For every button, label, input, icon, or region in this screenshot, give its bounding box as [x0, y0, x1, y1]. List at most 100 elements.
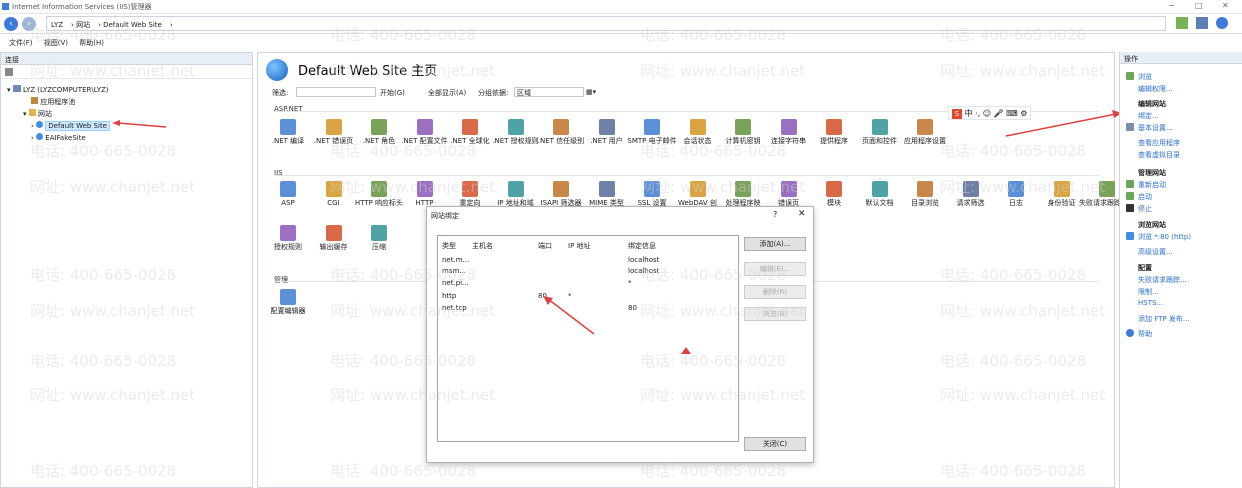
- column-header[interactable]: 主机名: [472, 241, 493, 251]
- feature-label: 应用程序设置: [904, 137, 946, 145]
- stop-icon[interactable]: [1196, 17, 1208, 29]
- binding-cell[interactable]: http: [442, 292, 456, 300]
- browse-icon: [1126, 232, 1134, 240]
- action-browse-80[interactable]: 浏览 *:80 (http): [1138, 232, 1191, 242]
- tree-node-server[interactable]: ▾ LYZ (LYZCOMPUTER\LYZ): [7, 85, 109, 94]
- menu-file[interactable]: 文件(F): [9, 38, 33, 48]
- section-divider: [274, 175, 1099, 176]
- feature-icon: [371, 225, 387, 241]
- annotation-arrow: [1005, 110, 1122, 137]
- menu-bar: 文件(F) 视图(V) 帮助(H): [0, 35, 1242, 49]
- action-restart[interactable]: 重新启动: [1138, 180, 1166, 190]
- dialog-close-icon[interactable]: ✕: [798, 209, 806, 219]
- action-view-virtual-dirs[interactable]: 查看虚拟目录: [1138, 150, 1180, 160]
- binding-cell[interactable]: net.m...: [442, 256, 469, 264]
- breadcrumb-item[interactable]: LYZ: [51, 21, 63, 29]
- feature-icon-item[interactable]: 配置编辑器: [258, 289, 318, 316]
- back-arrow-icon[interactable]: ‹: [4, 17, 18, 31]
- maximize-button[interactable]: □: [1195, 1, 1203, 10]
- computer-icon: [12, 85, 21, 92]
- help-icon: [1126, 329, 1134, 337]
- tree-node-default-site[interactable]: › Default Web Site: [31, 121, 110, 131]
- action-bindings[interactable]: 绑定...: [1138, 111, 1159, 121]
- menu-help[interactable]: 帮助(H): [79, 38, 104, 48]
- edit-binding-button[interactable]: 编辑(E)...: [744, 262, 806, 276]
- feature-icon: [416, 119, 433, 135]
- folder-icon: [28, 109, 36, 116]
- refresh-icon[interactable]: [1176, 17, 1188, 29]
- dialog-help-button[interactable]: ?: [773, 210, 777, 219]
- feature-icon: [325, 181, 342, 197]
- feature-icon: [325, 119, 342, 135]
- feature-label: 压缩: [372, 243, 386, 251]
- start-icon: [1126, 192, 1134, 200]
- breadcrumb[interactable]: LYZ › 网站 › Default Web Site ›: [46, 16, 1166, 31]
- show-all-button[interactable]: 全部显示(A): [428, 88, 466, 98]
- forward-arrow-icon[interactable]: ›: [22, 17, 36, 31]
- feature-icon: [507, 181, 524, 197]
- column-header[interactable]: 端口: [538, 241, 552, 251]
- action-add-ftp[interactable]: 添加 FTP 发布...: [1138, 314, 1190, 324]
- breadcrumb-item[interactable]: Default Web Site: [103, 21, 162, 29]
- breadcrumb-item[interactable]: 网站: [76, 21, 90, 29]
- column-header[interactable]: 绑定信息: [628, 241, 656, 251]
- action-help[interactable]: 帮助: [1138, 329, 1152, 339]
- site-bindings-dialog: 网站绑定 ? ✕ 类型 主机名 端口 IP 地址 绑定信息 net.m... lo…: [426, 206, 814, 463]
- feature-icon: [735, 181, 751, 197]
- binding-cell[interactable]: net.tcp: [442, 304, 467, 312]
- close-button[interactable]: ✕: [1222, 1, 1229, 10]
- dialog-close-button[interactable]: 关闭(C): [744, 437, 806, 451]
- browse-binding-button[interactable]: 浏览(B): [744, 307, 806, 321]
- feature-icon: [553, 119, 569, 135]
- action-explore[interactable]: 浏览: [1138, 72, 1152, 82]
- action-start[interactable]: 启动: [1138, 192, 1152, 202]
- tree-node-sites[interactable]: ▾ 网站: [23, 109, 52, 119]
- feature-icon: [325, 225, 342, 241]
- feature-icon: [1099, 181, 1115, 197]
- bindings-table[interactable]: 类型 主机名 端口 IP 地址 绑定信息 net.m... localhost ms…: [437, 235, 739, 442]
- column-header[interactable]: 类型: [442, 241, 456, 251]
- group-by-select[interactable]: 区域: [514, 87, 584, 97]
- minimize-button[interactable]: −: [1168, 1, 1175, 10]
- binding-cell[interactable]: msm...: [442, 267, 466, 275]
- action-stop[interactable]: 停止: [1138, 204, 1152, 214]
- action-view-applications[interactable]: 查看应用程序: [1138, 138, 1180, 148]
- feature-icon: [371, 181, 387, 197]
- binding-cell[interactable]: 80: [628, 304, 637, 312]
- filter-input[interactable]: [296, 87, 376, 97]
- binding-cell[interactable]: localhost: [628, 256, 659, 264]
- action-basic-settings[interactable]: 基本设置...: [1138, 123, 1173, 133]
- tree-node-app-pools[interactable]: 应用程序池: [31, 97, 75, 107]
- binding-cell[interactable]: localhost: [628, 267, 659, 275]
- binding-cell[interactable]: net.pi...: [442, 279, 469, 287]
- iis-manager-window: Internet Information Services (IIS)管理器 −…: [0, 0, 1242, 488]
- action-advanced-settings[interactable]: 高级设置...: [1138, 247, 1173, 257]
- help-icon[interactable]: [1216, 17, 1228, 29]
- feature-icon: [780, 181, 797, 197]
- feature-icon: [1053, 181, 1070, 197]
- feature-icon-item[interactable]: 应用程序设置: [895, 119, 955, 146]
- feature-icon-item[interactable]: 压缩: [349, 225, 409, 252]
- action-failed-request-tracing[interactable]: 失败请求跟踪...: [1138, 275, 1187, 285]
- feature-icon: [416, 181, 433, 197]
- action-edit-permissions[interactable]: 编辑权限...: [1138, 84, 1173, 94]
- add-binding-button[interactable]: 添加(A)...: [744, 237, 806, 251]
- menu-view[interactable]: 视图(V): [44, 38, 68, 48]
- column-header[interactable]: IP 地址: [568, 241, 591, 251]
- settings-icon: [1126, 123, 1134, 131]
- annotation-arrow: [543, 296, 595, 335]
- view-toggle-icon[interactable]: ▦▾: [586, 88, 596, 96]
- action-limits[interactable]: 限制...: [1138, 287, 1159, 297]
- feature-icon: [780, 119, 797, 135]
- feature-icon: [962, 181, 979, 197]
- remove-binding-button[interactable]: 删除(R): [744, 285, 806, 299]
- feature-icon: [598, 119, 615, 135]
- address-bar: ‹ › LYZ › 网站 › Default Web Site ›: [0, 14, 1242, 34]
- tree-node-eaifakesite[interactable]: › EAIFakeSite: [31, 133, 86, 142]
- actions-header: 操作: [1120, 52, 1242, 64]
- annotation-marker: [681, 347, 691, 354]
- binding-cell[interactable]: *: [628, 279, 632, 287]
- action-hsts[interactable]: HSTS...: [1138, 299, 1163, 307]
- filter-start-button[interactable]: 开始(G): [380, 88, 405, 98]
- new-connection-icon[interactable]: [5, 68, 13, 76]
